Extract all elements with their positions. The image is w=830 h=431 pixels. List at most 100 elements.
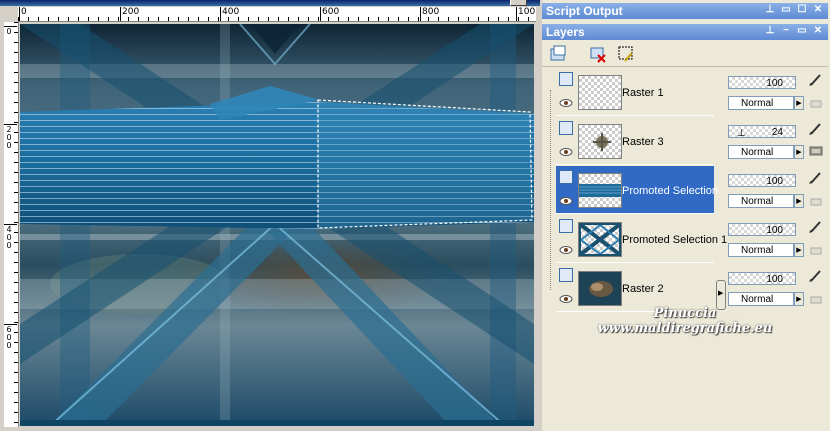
layer-properties-raster-3: ⊥ 24 Normal ▶ <box>726 117 828 165</box>
opacity-value: 100 <box>766 176 783 187</box>
layer-thumbnail <box>578 124 622 159</box>
ruler-tick: 100 <box>515 7 536 21</box>
image-window: ✕ 0 200 400 600 800 100 0 2 0 0 4 0 0 6 … <box>0 0 540 431</box>
minimize-icon[interactable]: − <box>780 25 792 37</box>
selection-to-layer-icon[interactable] <box>616 44 636 64</box>
layer-name: Promoted Selection 1 <box>622 234 728 246</box>
layer-name: Raster 1 <box>622 87 664 99</box>
opacity-field[interactable]: 100 <box>728 223 796 236</box>
layers-toolbar <box>542 42 828 67</box>
blend-mode-select[interactable]: Normal <box>728 292 794 306</box>
ruler-tick: 800 <box>419 7 440 21</box>
palette-dock: Script Output ⊥ ▭ ☐ ✕ Layers ⊥ − ▭ ✕ Ras… <box>542 0 830 431</box>
lock-icon[interactable] <box>808 290 824 306</box>
vertical-ruler: 0 2 0 0 4 0 0 6 0 0 <box>4 22 19 427</box>
brush-icon[interactable] <box>808 219 824 235</box>
maximize-icon[interactable]: ☐ <box>796 4 808 16</box>
layer-row-raster-1[interactable]: Raster 1 <box>556 68 714 116</box>
raster-layer-icon <box>559 219 573 233</box>
eye-icon[interactable] <box>559 245 573 255</box>
thumbnail-art <box>579 184 621 197</box>
pin-icon[interactable]: ⊥ <box>764 25 776 37</box>
layer-row-promoted-selection[interactable]: Promoted Selection <box>556 166 718 214</box>
lock-icon[interactable] <box>808 192 824 208</box>
ruler-tick: 200 <box>119 7 140 21</box>
blend-mode-arrow-icon[interactable]: ▶ <box>794 194 804 208</box>
blend-mode-arrow-icon[interactable]: ▶ <box>794 292 804 306</box>
layer-row-raster-2[interactable]: Raster 2 <box>556 264 714 312</box>
eye-icon[interactable] <box>559 294 573 304</box>
layer-properties-promoted-selection-1: 100 Normal ▶ <box>726 215 828 263</box>
canvas-artwork <box>20 24 534 426</box>
lock-icon[interactable] <box>808 143 824 159</box>
restore-icon[interactable]: ▭ <box>780 4 792 16</box>
layer-thumbnail <box>578 222 622 257</box>
layers-title: Layers <box>546 25 585 39</box>
opacity-field[interactable]: 100 <box>728 272 796 285</box>
restore-icon[interactable]: ▭ <box>796 25 808 37</box>
watermark-url: www.maldiregrafiche.eu <box>597 321 773 336</box>
blend-mode-arrow-icon[interactable]: ▶ <box>794 96 804 110</box>
brush-icon[interactable] <box>808 170 824 186</box>
layer-thumbnail <box>578 173 622 208</box>
ruler-tick: 0 <box>19 7 27 21</box>
ruler-tick: 600 <box>319 7 340 21</box>
blend-mode-select[interactable]: Normal <box>728 243 794 257</box>
watermark: Pinuccia www.maldiregrafiche.eu <box>540 306 830 346</box>
blend-mode-arrow-icon[interactable]: ▶ <box>794 243 804 257</box>
raster-layer-icon <box>559 121 573 135</box>
close-icon[interactable]: ✕ <box>812 25 824 37</box>
image-canvas[interactable] <box>20 24 534 426</box>
eye-icon[interactable] <box>559 147 573 157</box>
layers-titlebar[interactable]: Layers ⊥ − ▭ ✕ <box>542 24 828 40</box>
pin-icon[interactable]: ⊥ <box>764 4 776 16</box>
layer-properties-column: 100 Normal ▶ ⊥ 24 Normal ▶ 100 Normal ▶ 1… <box>726 68 828 318</box>
brush-icon[interactable] <box>808 72 824 88</box>
new-raster-layer-icon[interactable] <box>548 44 568 64</box>
brush-icon[interactable] <box>808 121 824 137</box>
eye-icon[interactable] <box>559 196 573 206</box>
raster-layer-icon <box>559 268 573 282</box>
layer-name: Promoted Selection <box>622 185 718 197</box>
ruler-tick: 4 0 0 <box>4 224 17 250</box>
opacity-value: 24 <box>771 127 783 138</box>
watermark-author: Pinuccia <box>653 306 717 321</box>
ruler-tick: 0 <box>4 26 17 36</box>
thumbnail-art <box>579 272 621 305</box>
opacity-field[interactable]: ⊥ 24 <box>728 125 796 139</box>
blend-mode-select[interactable]: Normal <box>728 194 794 208</box>
opacity-value: 100 <box>766 274 783 285</box>
layers-list: Raster 1 Raster 3 Promoted Selection Pro… <box>550 68 727 318</box>
close-icon[interactable]: ✕ <box>510 0 527 6</box>
opacity-value: 100 <box>766 78 783 89</box>
thumbnail-art <box>579 223 621 256</box>
layer-thumbnail <box>578 75 622 110</box>
delete-layer-icon[interactable] <box>588 44 608 64</box>
ruler-tick: 400 <box>219 7 240 21</box>
layer-thumbnail <box>578 271 622 306</box>
blend-mode-select[interactable]: Normal <box>728 96 794 110</box>
layer-name: Raster 3 <box>622 136 664 148</box>
lock-icon[interactable] <box>808 94 824 110</box>
layer-row-promoted-selection-1[interactable]: Promoted Selection 1 <box>556 215 727 263</box>
image-window-titlebar[interactable] <box>0 0 540 6</box>
eye-icon[interactable] <box>559 98 573 108</box>
layer-row-raster-3[interactable]: Raster 3 <box>556 117 714 165</box>
blend-mode-select[interactable]: Normal <box>728 145 794 159</box>
lock-icon[interactable] <box>808 241 824 257</box>
raster-layer-icon <box>559 72 573 86</box>
ruler-tick: 2 0 0 <box>4 124 17 150</box>
blend-mode-arrow-icon[interactable]: ▶ <box>794 145 804 159</box>
layer-tree-line <box>550 90 552 290</box>
brush-icon[interactable] <box>808 268 824 284</box>
ruler-tick: 6 0 0 <box>4 324 17 350</box>
layer-properties-raster-2: 100 Normal ▶ <box>726 264 828 312</box>
opacity-field[interactable]: 100 <box>728 174 796 187</box>
opacity-slider-icon: ⊥ <box>737 128 746 139</box>
layer-properties-raster-1: 100 Normal ▶ <box>726 68 828 116</box>
horizontal-ruler: 0 200 400 600 800 100 <box>18 7 536 22</box>
opacity-field[interactable]: 100 <box>728 76 796 89</box>
script-output-title: Script Output <box>546 4 623 18</box>
close-icon[interactable]: ✕ <box>812 4 824 16</box>
script-output-titlebar[interactable]: Script Output ⊥ ▭ ☐ ✕ <box>542 3 828 19</box>
